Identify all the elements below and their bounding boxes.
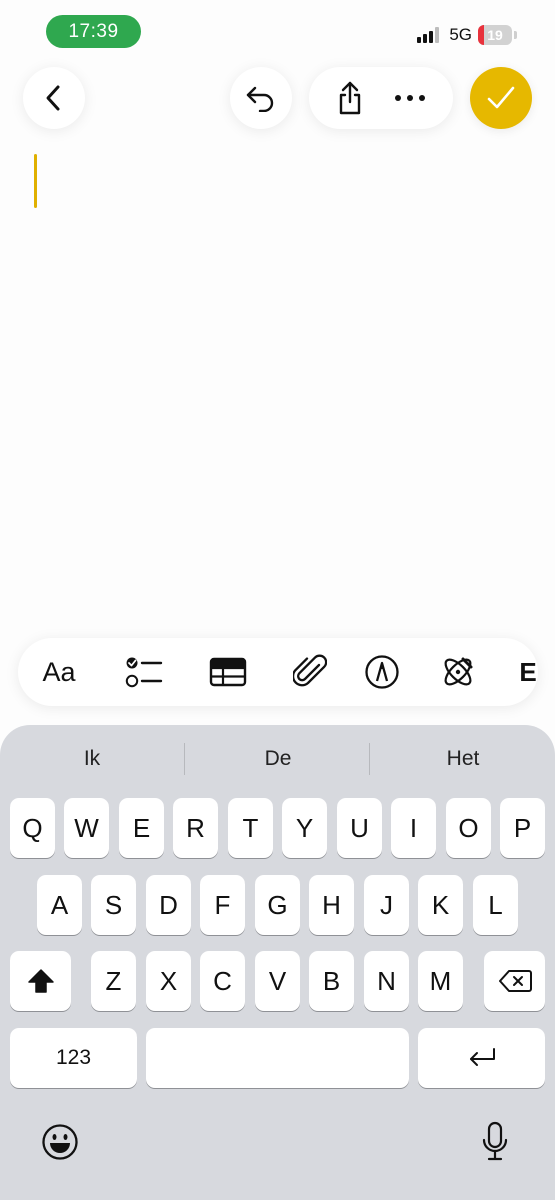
key-p[interactable]: P <box>500 798 545 858</box>
key-y[interactable]: Y <box>282 798 327 858</box>
key-q[interactable]: Q <box>10 798 55 858</box>
key-t[interactable]: T <box>228 798 273 858</box>
markup-pen-icon <box>365 655 399 689</box>
suggestion-2[interactable]: De <box>193 747 363 777</box>
emoji-button[interactable] <box>40 1122 80 1162</box>
key-a[interactable]: A <box>37 875 82 935</box>
ellipsis-icon <box>394 95 425 101</box>
share-icon <box>339 81 360 115</box>
key-g[interactable]: G <box>255 875 300 935</box>
key-s[interactable]: S <box>91 875 136 935</box>
key-h[interactable]: H <box>309 875 354 935</box>
shift-key[interactable] <box>10 951 71 1011</box>
key-l[interactable]: L <box>473 875 518 935</box>
network-type: 5G <box>449 25 472 44</box>
status-time: 17:39 <box>46 15 141 48</box>
writing-tools-button[interactable] <box>436 652 480 692</box>
battery-level: 19 <box>487 27 503 43</box>
attachment-icon <box>293 654 327 687</box>
key-k[interactable]: K <box>418 875 463 935</box>
signal-icon <box>417 27 440 43</box>
markup-button[interactable] <box>360 652 404 692</box>
table-button[interactable] <box>206 652 250 692</box>
emoji-icon <box>42 1124 78 1160</box>
chevron-left-icon <box>46 85 60 111</box>
note-body[interactable] <box>0 140 555 620</box>
key-w[interactable]: W <box>64 798 109 858</box>
key-r[interactable]: R <box>173 798 218 858</box>
checklist-icon <box>125 657 163 688</box>
writing-tools-icon <box>444 657 473 686</box>
key-j[interactable]: J <box>364 875 409 935</box>
space-key[interactable] <box>146 1028 409 1088</box>
more-format-glyph: E <box>519 656 537 687</box>
key-d[interactable]: D <box>146 875 191 935</box>
suggestion-3[interactable]: Het <box>378 747 548 777</box>
key-x[interactable]: X <box>146 951 191 1011</box>
checkmark-icon <box>487 86 515 109</box>
key-i[interactable]: I <box>391 798 436 858</box>
key-m[interactable]: M <box>418 951 463 1011</box>
key-c[interactable]: C <box>200 951 245 1011</box>
back-button[interactable] <box>23 67 85 129</box>
more-format-button[interactable]: E <box>518 652 538 692</box>
battery-icon: 19 <box>478 25 512 45</box>
return-key[interactable] <box>418 1028 545 1088</box>
microphone-icon <box>482 1121 508 1161</box>
key-b[interactable]: B <box>309 951 354 1011</box>
status-indicators: 5G 19 <box>417 24 517 46</box>
key-z[interactable]: Z <box>91 951 136 1011</box>
key-n[interactable]: N <box>364 951 409 1011</box>
suggestion-1[interactable]: Ik <box>7 747 177 777</box>
dictation-button[interactable] <box>475 1120 515 1164</box>
done-button[interactable] <box>470 67 532 129</box>
shift-icon <box>27 969 54 993</box>
table-icon <box>209 657 247 687</box>
more-button[interactable] <box>393 93 427 103</box>
undo-button[interactable] <box>230 67 292 129</box>
keyboard: Ik De Het Q W E R T Y U I O P A S D F G … <box>0 725 555 1200</box>
format-toolbar: Aa E <box>18 638 538 706</box>
undo-icon <box>246 86 274 112</box>
numbers-key[interactable]: 123 <box>10 1028 137 1088</box>
return-icon <box>469 1048 495 1066</box>
checklist-button[interactable] <box>122 652 166 692</box>
share-button[interactable] <box>336 80 364 116</box>
delete-key[interactable] <box>484 951 545 1011</box>
key-u[interactable]: U <box>337 798 382 858</box>
key-v[interactable]: V <box>255 951 300 1011</box>
key-e[interactable]: E <box>119 798 164 858</box>
key-o[interactable]: O <box>446 798 491 858</box>
attachment-button[interactable] <box>288 652 332 692</box>
actions-pill <box>309 67 453 129</box>
text-style-button[interactable]: Aa <box>38 652 80 692</box>
key-f[interactable]: F <box>200 875 245 935</box>
delete-icon <box>498 970 532 992</box>
